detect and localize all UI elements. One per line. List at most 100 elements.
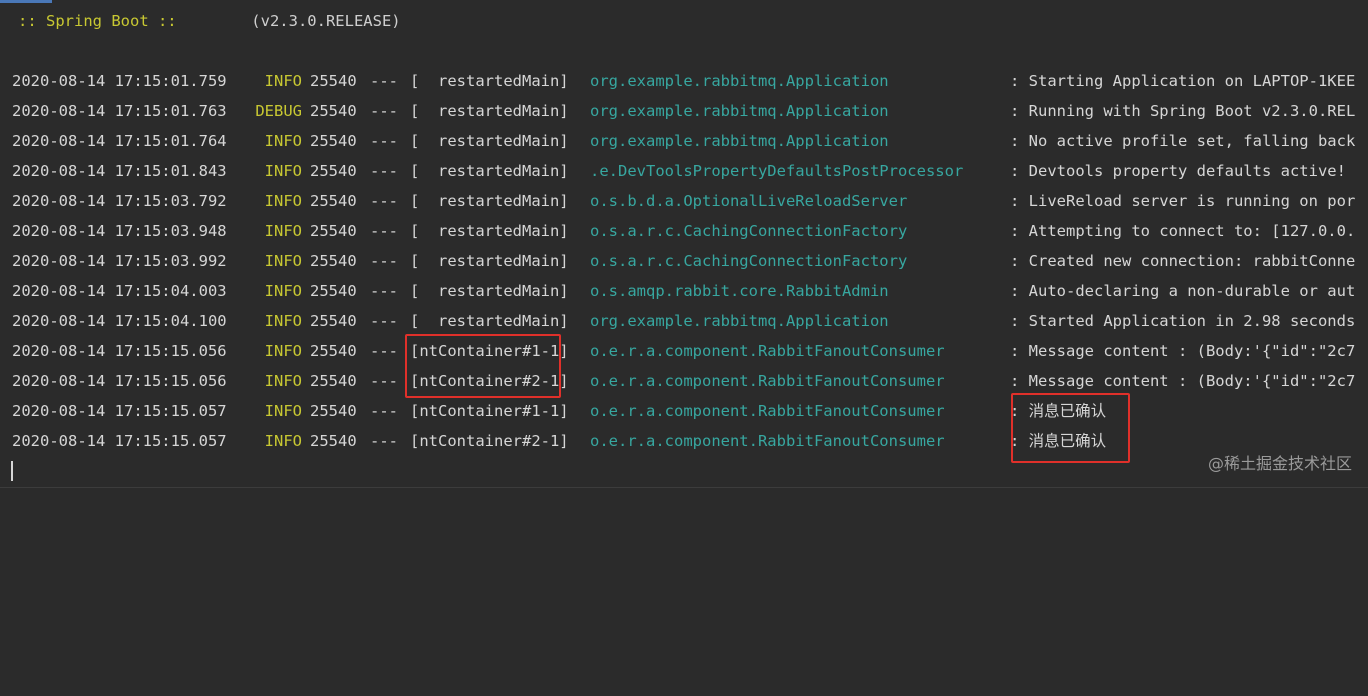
log-message: : Message content : (Body:'{"id":"2c7 [1010,342,1356,360]
log-level: DEBUG [255,102,302,120]
log-message: : Auto-declaring a non-durable or aut [1010,282,1356,300]
log-timestamp: 2020-08-14 17:15:01.764 [12,132,227,150]
log-level: INFO [264,162,302,180]
log-separator: --- [370,282,398,300]
log-separator: --- [370,222,398,240]
log-row: 2020-08-14 17:15:01.763 DEBUG 25540 --- … [12,96,1368,126]
log-pid: 25540 [310,132,357,150]
log-pid: 25540 [310,312,357,330]
log-message: : No active profile set, falling back [1010,132,1356,150]
log-timestamp: 2020-08-14 17:15:15.057 [12,432,227,450]
log-level: INFO [264,282,302,300]
log-message: : Attempting to connect to: [127.0.0. [1010,222,1356,240]
log-timestamp: 2020-08-14 17:15:01.763 [12,102,227,120]
log-timestamp: 2020-08-14 17:15:15.057 [12,402,227,420]
log-logger: org.example.rabbitmq.Application [590,72,889,90]
log-pid: 25540 [310,162,357,180]
log-level: INFO [264,312,302,330]
log-thread: [ restartedMain] [410,312,569,330]
log-pid: 25540 [310,282,357,300]
watermark: @稀土掘金技术社区 [1207,454,1352,473]
log-logger: org.example.rabbitmq.Application [590,102,889,120]
log-message: : Started Application in 2.98 seconds [1010,312,1356,330]
log-row: 2020-08-14 17:15:15.057 INFO 25540 --- [… [12,426,1368,456]
log-timestamp: 2020-08-14 17:15:03.992 [12,252,227,270]
log-message: : 消息已确认 [1010,402,1107,420]
log-timestamp: 2020-08-14 17:15:01.843 [12,162,227,180]
log-thread: [ntContainer#1-1] [410,402,569,420]
log-thread: [ restartedMain] [410,162,569,180]
log-level: INFO [264,192,302,210]
log-thread: [ntContainer#2-1] [410,432,569,450]
log-logger: .e.DevToolsPropertyDefaultsPostProcessor [590,162,964,180]
log-pid: 25540 [310,402,357,420]
log-message: : 消息已确认 [1010,432,1107,450]
log-separator: --- [370,102,398,120]
log-separator: --- [370,312,398,330]
log-message: : LiveReload server is running on por [1010,192,1356,210]
log-row: 2020-08-14 17:15:01.764 INFO 25540 --- [… [12,126,1368,156]
log-message: : Devtools property defaults active! [1010,162,1346,180]
log-row: 2020-08-14 17:15:03.948 INFO 25540 --- [… [12,216,1368,246]
log-timestamp: 2020-08-14 17:15:15.056 [12,342,227,360]
log-thread: [ restartedMain] [410,222,569,240]
log-separator: --- [370,402,398,420]
log-logger: o.e.r.a.component.RabbitFanoutConsumer [590,372,945,390]
log-pid: 25540 [310,72,357,90]
text-cursor [11,461,13,481]
log-row: 2020-08-14 17:15:04.003 INFO 25540 --- [… [12,276,1368,306]
log-pid: 25540 [310,432,357,450]
log-logger: o.s.b.d.a.OptionalLiveReloadServer [590,192,908,210]
log-row: 2020-08-14 17:15:04.100 INFO 25540 --- [… [12,306,1368,336]
log-separator: --- [370,372,398,390]
log-pid: 25540 [310,342,357,360]
log-thread: [ restartedMain] [410,192,569,210]
log-level: INFO [264,402,302,420]
log-thread: [ restartedMain] [410,132,569,150]
log-row: 2020-08-14 17:15:01.843 INFO 25540 --- [… [12,156,1368,186]
log-thread: [ restartedMain] [410,282,569,300]
log-thread: [ restartedMain] [410,72,569,90]
log-row: 2020-08-14 17:15:03.792 INFO 25540 --- [… [12,186,1368,216]
log-level: INFO [264,372,302,390]
log-separator: --- [370,252,398,270]
log-logger: o.e.r.a.component.RabbitFanoutConsumer [590,402,945,420]
log-pid: 25540 [310,102,357,120]
log-logger: o.e.r.a.component.RabbitFanoutConsumer [590,432,945,450]
log-logger: org.example.rabbitmq.Application [590,132,889,150]
active-tab-indicator [0,0,52,3]
spring-boot-banner: :: Spring Boot :: (v2.3.0.RELEASE) [18,9,401,33]
log-logger: o.s.a.r.c.CachingConnectionFactory [590,222,908,240]
log-separator: --- [370,132,398,150]
bottom-divider [0,487,1368,488]
log-level: INFO [264,252,302,270]
log-message: : Created new connection: rabbitConne [1010,252,1356,270]
log-message: : Message content : (Body:'{"id":"2c7 [1010,372,1356,390]
log-logger: o.s.amqp.rabbit.core.RabbitAdmin [590,282,889,300]
console-log[interactable]: 2020-08-14 17:15:01.759 INFO 25540 --- [… [12,66,1368,456]
log-separator: --- [370,162,398,180]
log-pid: 25540 [310,372,357,390]
log-timestamp: 2020-08-14 17:15:04.100 [12,312,227,330]
log-thread: [ntContainer#2-1] [410,372,569,390]
log-logger: o.s.a.r.c.CachingConnectionFactory [590,252,908,270]
log-timestamp: 2020-08-14 17:15:04.003 [12,282,227,300]
log-separator: --- [370,342,398,360]
log-pid: 25540 [310,192,357,210]
log-thread: [ restartedMain] [410,102,569,120]
log-message: : Running with Spring Boot v2.3.0.REL [1010,102,1356,120]
banner-version: (v2.3.0.RELEASE) [251,12,401,30]
log-level: INFO [264,222,302,240]
log-row: 2020-08-14 17:15:15.056 INFO 25540 --- [… [12,336,1368,366]
log-thread: [ntContainer#1-1] [410,342,569,360]
log-level: INFO [264,132,302,150]
log-separator: --- [370,192,398,210]
log-separator: --- [370,432,398,450]
log-timestamp: 2020-08-14 17:15:15.056 [12,372,227,390]
log-message: : Starting Application on LAPTOP-1KEE [1010,72,1356,90]
log-level: INFO [264,432,302,450]
log-level: INFO [264,342,302,360]
log-row: 2020-08-14 17:15:01.759 INFO 25540 --- [… [12,66,1368,96]
log-row: 2020-08-14 17:15:15.056 INFO 25540 --- [… [12,366,1368,396]
log-level: INFO [264,72,302,90]
